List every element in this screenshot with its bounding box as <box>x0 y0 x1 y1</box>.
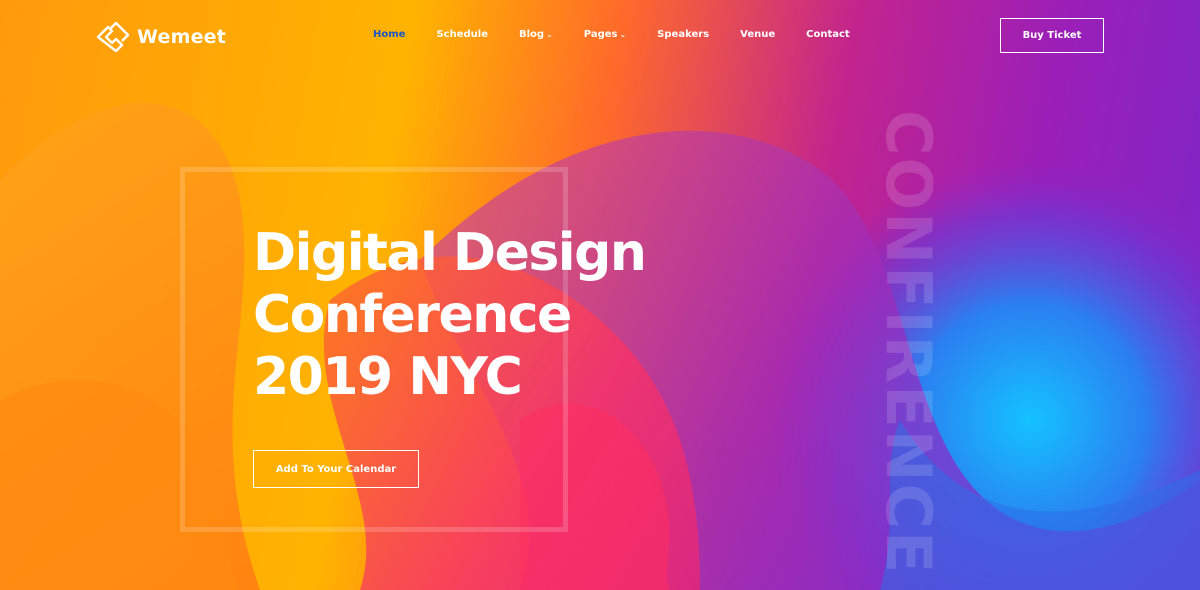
add-to-calendar-button[interactable]: Add To Your Calendar <box>253 450 419 488</box>
headline-line: Digital Design <box>253 223 647 283</box>
headline-line: Conference <box>253 285 572 345</box>
nav-item-label: Home <box>373 29 406 40</box>
nav-item-schedule[interactable]: Schedule <box>436 29 488 40</box>
nav-item-label: Schedule <box>436 29 488 40</box>
brand-name: Wemeet <box>137 26 227 48</box>
main-nav: Home Schedule Blog ⌄ Pages ⌄ Speakers Ve… <box>373 29 881 40</box>
chevron-down-icon: ⌄ <box>546 30 553 39</box>
hero-headline: Digital Design Conference 2019 NYC <box>253 222 647 408</box>
hero-section: Wemeet Home Schedule Blog ⌄ Pages ⌄ Spea… <box>0 0 1200 590</box>
chevron-down-icon: ⌄ <box>619 30 627 39</box>
nav-item-home[interactable]: Home <box>373 29 405 40</box>
nav-item-label: Venue <box>740 29 776 40</box>
nav-item-contact[interactable]: Contact <box>806 29 850 40</box>
nav-item-label: Pages <box>583 29 618 40</box>
nav-item-pages[interactable]: Pages ⌄ <box>584 29 626 40</box>
vertical-watermark: CONFIRENCE <box>880 110 936 590</box>
buy-ticket-button[interactable]: Buy Ticket <box>1000 18 1104 53</box>
nav-item-speakers[interactable]: Speakers <box>657 29 709 40</box>
nav-item-label: Blog <box>518 29 545 40</box>
logo[interactable]: Wemeet <box>95 22 226 52</box>
nav-item-blog[interactable]: Blog ⌄ <box>519 29 553 40</box>
nav-item-venue[interactable]: Venue <box>740 29 775 40</box>
headline-line: 2019 NYC <box>253 347 523 407</box>
nav-item-label: Speakers <box>657 29 710 40</box>
vertical-word-text: CONFIRENCE <box>880 110 936 576</box>
nav-item-label: Contact <box>806 29 850 40</box>
diamond-arrow-logo-icon <box>96 22 130 52</box>
